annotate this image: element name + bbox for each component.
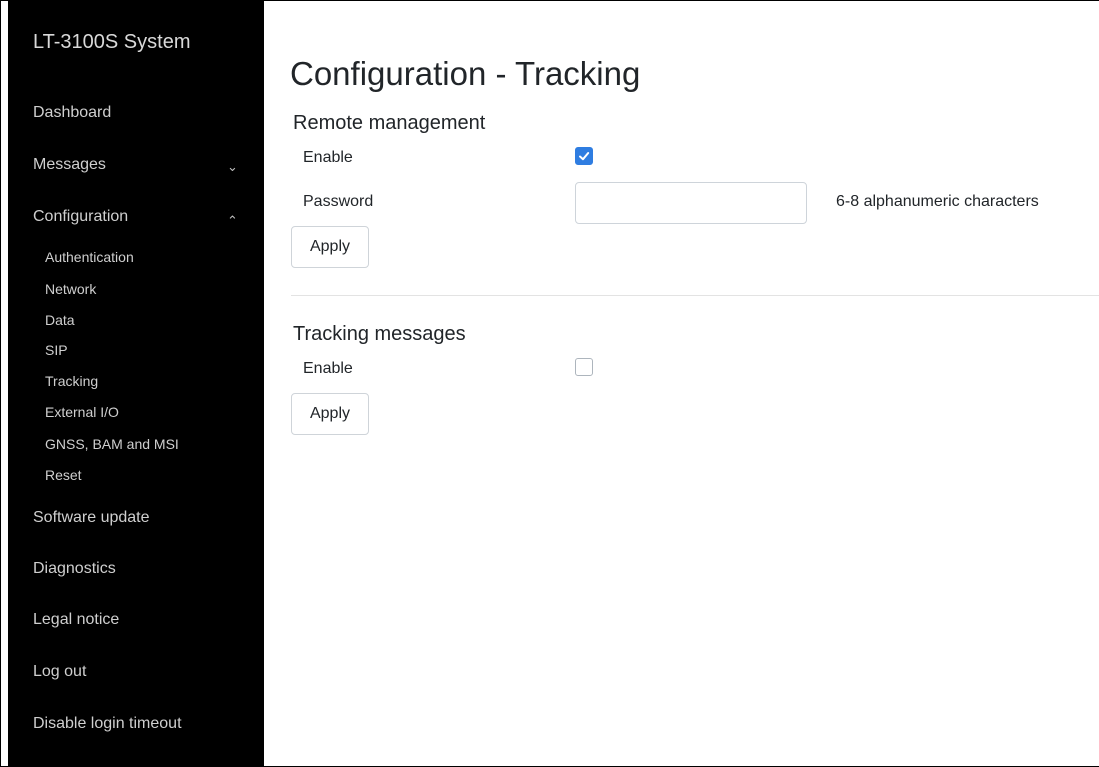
- sidebar: LT-3100S System Dashboard Messages ⌄ Con…: [8, 1, 264, 767]
- checkmark-icon: [579, 152, 590, 161]
- sidebar-item-log-out[interactable]: Log out: [33, 663, 86, 681]
- section-heading-remote-management: Remote management: [293, 112, 486, 134]
- chevron-up-icon[interactable]: ⌃: [227, 213, 238, 229]
- sidebar-item-configuration[interactable]: Configuration: [33, 208, 128, 226]
- main-content: Configuration - Tracking Remote manageme…: [265, 1, 1099, 766]
- tracking-enable-label: Enable: [303, 360, 353, 377]
- sidebar-item-disable-login-timeout[interactable]: Disable login timeout: [33, 715, 182, 733]
- sidebar-subitem-sip[interactable]: SIP: [45, 342, 68, 358]
- sidebar-item-dashboard[interactable]: Dashboard: [33, 104, 111, 122]
- sidebar-subitem-network[interactable]: Network: [45, 281, 96, 297]
- app-window: LT-3100S System Dashboard Messages ⌄ Con…: [0, 0, 1099, 767]
- password-hint: 6-8 alphanumeric characters: [836, 193, 1039, 210]
- sidebar-item-diagnostics[interactable]: Diagnostics: [33, 560, 116, 578]
- sidebar-item-messages[interactable]: Messages: [33, 156, 106, 174]
- sidebar-subitem-authentication[interactable]: Authentication: [45, 249, 134, 265]
- remote-apply-button[interactable]: Apply: [291, 226, 369, 268]
- sidebar-subitem-reset[interactable]: Reset: [45, 467, 82, 483]
- sidebar-item-software-update[interactable]: Software update: [33, 509, 150, 527]
- sidebar-subitem-gnss-bam-msi[interactable]: GNSS, BAM and MSI: [45, 436, 179, 452]
- password-input[interactable]: [575, 182, 807, 224]
- brand-title: LT-3100S System: [33, 31, 191, 53]
- chevron-down-icon[interactable]: ⌄: [227, 159, 238, 175]
- remote-enable-checkbox[interactable]: [575, 147, 593, 165]
- section-divider: [291, 295, 1099, 296]
- tracking-enable-checkbox[interactable]: [575, 358, 593, 376]
- section-heading-tracking-messages: Tracking messages: [293, 323, 466, 345]
- remote-enable-label: Enable: [303, 149, 353, 166]
- tracking-apply-button[interactable]: Apply: [291, 393, 369, 435]
- page-title: Configuration - Tracking: [290, 55, 641, 92]
- sidebar-subitem-tracking[interactable]: Tracking: [45, 373, 98, 389]
- sidebar-item-legal-notice[interactable]: Legal notice: [33, 611, 119, 629]
- sidebar-subitem-data[interactable]: Data: [45, 312, 75, 328]
- sidebar-subitem-external-io[interactable]: External I/O: [45, 404, 119, 420]
- password-label: Password: [303, 193, 374, 210]
